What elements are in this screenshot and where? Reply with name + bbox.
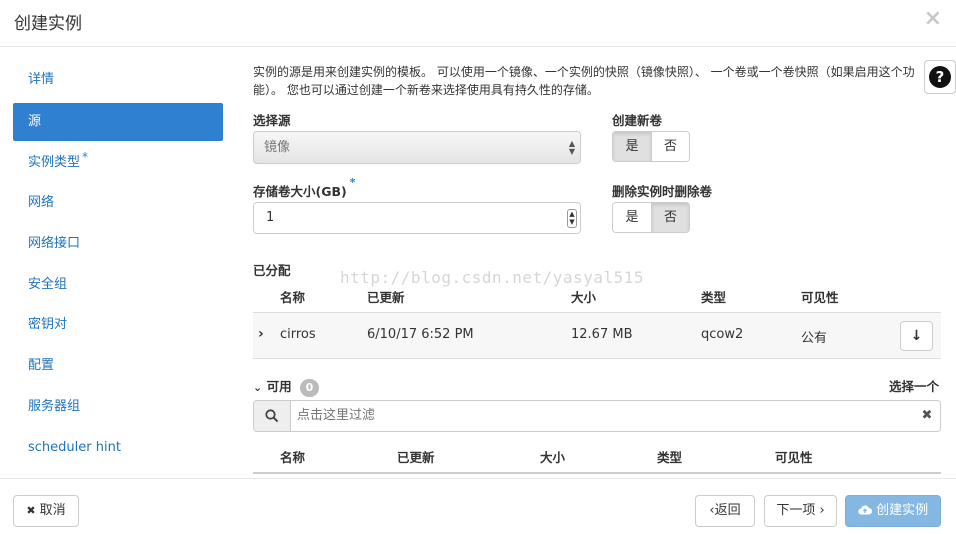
select-arrows-icon: ▲ ▼ — [568, 139, 575, 156]
dialog-footer: ✖ 取消 ‹返回 下一项 › 创建实例 — [0, 478, 956, 534]
cloud-upload-icon — [858, 505, 872, 515]
required-mark: * — [82, 149, 89, 164]
available-col-type[interactable]: 类型 — [657, 447, 682, 466]
allocated-cell-name: cirros — [280, 327, 316, 342]
search-icon — [254, 401, 291, 431]
available-count-badge: 0 — [299, 379, 319, 397]
delete-volume-label: 删除实例时删除卷 — [612, 184, 713, 199]
select-one-label: 选择一个 — [889, 379, 940, 394]
allocated-cell-visibility: 公有 — [801, 331, 828, 346]
allocated-col-visibility[interactable]: 可见性 — [801, 287, 839, 306]
available-col-size[interactable]: 大小 — [540, 447, 565, 466]
sidebar-item-security-groups[interactable]: 安全组 — [13, 265, 223, 306]
allocated-cell-size: 12.67 MB — [571, 327, 633, 342]
table-header-divider — [253, 472, 941, 474]
select-source-value: 镜像 — [264, 140, 291, 155]
required-mark: * — [349, 176, 356, 189]
sidebar-item-networks[interactable]: 网络 — [13, 183, 223, 224]
wizard-sidebar: 详情 源 实例类型 * 网络 网络接口 安全组 密钥对 配置 服务器组 sched… — [13, 60, 223, 468]
next-button[interactable]: 下一项 › — [764, 495, 837, 527]
close-icon[interactable]: × — [924, 6, 942, 31]
sidebar-item-configuration[interactable]: 配置 — [13, 346, 223, 387]
create-volume-no-button[interactable]: 否 — [651, 132, 689, 161]
sidebar-item-scheduler-hint[interactable]: scheduler hint — [13, 428, 223, 469]
available-title: 可用 — [266, 379, 292, 394]
chevron-right-icon: › — [815, 503, 825, 518]
allocated-col-name[interactable]: 名称 — [280, 287, 305, 306]
sidebar-item-details[interactable]: 详情 — [13, 60, 223, 101]
delete-volume-yes-button[interactable]: 是 — [613, 203, 651, 232]
help-button[interactable]: ? — [924, 60, 956, 94]
volume-size-value: 1 — [266, 210, 275, 225]
create-volume-label: 创建新卷 — [612, 113, 663, 128]
deallocate-button[interactable]: ↓ — [900, 321, 933, 351]
chevron-down-icon: ⌄ — [253, 381, 263, 394]
chevron-right-icon[interactable]: › — [258, 326, 264, 342]
available-toggle[interactable]: ⌄ 可用 0 — [253, 376, 319, 397]
filter-input[interactable] — [291, 401, 914, 431]
available-col-visibility[interactable]: 可见性 — [775, 447, 813, 466]
sidebar-item-flavor[interactable]: 实例类型 * — [13, 143, 223, 184]
delete-volume-toggle: 是 否 — [612, 202, 690, 233]
select-source-label: 选择源 — [253, 113, 291, 128]
arrow-down-icon: ↓ — [910, 328, 923, 344]
allocated-title: 已分配 — [253, 263, 291, 278]
filter-box: ✖ — [253, 400, 941, 432]
dialog-header: 创建实例 × — [0, 0, 956, 47]
delete-volume-no-button[interactable]: 否 — [651, 203, 689, 232]
available-col-updated[interactable]: 已更新 — [397, 447, 435, 466]
sidebar-item-key-pair[interactable]: 密钥对 — [13, 305, 223, 346]
select-source-dropdown[interactable]: 镜像 ▲ ▼ — [253, 131, 581, 164]
create-volume-toggle: 是 否 — [612, 131, 690, 162]
available-col-name[interactable]: 名称 — [280, 447, 305, 466]
sidebar-item-server-groups[interactable]: 服务器组 — [13, 387, 223, 428]
volume-size-stepper[interactable]: ▲ ▼ — [567, 209, 577, 228]
allocated-col-updated[interactable]: 已更新 — [367, 287, 405, 306]
allocated-cell-type: qcow2 — [701, 327, 744, 342]
help-icon: ? — [929, 66, 951, 88]
close-icon: ✖ — [26, 504, 36, 517]
volume-size-input[interactable]: 1 ▲ ▼ — [253, 202, 581, 234]
create-instance-button[interactable]: 创建实例 — [845, 495, 941, 527]
sidebar-item-network-ports[interactable]: 网络接口 — [13, 224, 223, 265]
allocated-cell-updated: 6/10/17 6:52 PM — [367, 327, 474, 342]
volume-size-label: 存储卷大小(GB)* — [253, 176, 356, 199]
dialog-title: 创建实例 — [14, 14, 82, 34]
back-button[interactable]: ‹返回 — [695, 495, 755, 527]
sidebar-item-source[interactable]: 源 — [13, 102, 223, 141]
allocated-col-type[interactable]: 类型 — [701, 287, 726, 306]
allocated-col-size[interactable]: 大小 — [571, 287, 596, 306]
watermark: http://blog.csdn.net/yasyal515 — [340, 268, 644, 287]
cancel-button[interactable]: ✖ 取消 — [13, 495, 79, 527]
source-description: 实例的源是用来创建实例的模板。 可以使用一个镜像、一个实例的快照（镜像快照）、 … — [253, 65, 915, 97]
create-volume-yes-button[interactable]: 是 — [613, 132, 651, 161]
clear-filter-icon[interactable]: ✖ — [914, 401, 940, 431]
